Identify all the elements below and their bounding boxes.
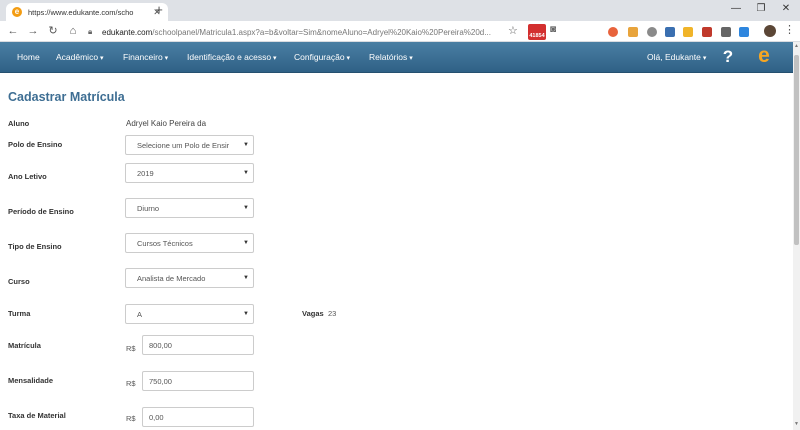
taxa-input[interactable]: 0,00 <box>142 407 254 427</box>
user-menu[interactable]: Olá, Edukante <box>647 42 706 73</box>
extension-4-icon[interactable] <box>665 27 675 37</box>
ano-label: Ano Letivo <box>8 172 47 181</box>
main-navbar: Home Acadêmico Financeiro Identificação … <box>0 42 793 73</box>
window-close-button[interactable]: ✕ <box>776 2 796 16</box>
periodo-label: Período de Ensino <box>8 207 74 216</box>
new-tab-button[interactable]: + <box>152 3 166 17</box>
user-menu-label: Olá, Edukante <box>647 52 701 62</box>
tipo-select[interactable]: Cursos Técnicos ▼ <box>125 233 254 253</box>
url-path: /schoolpanel/Matricula1.aspx?a=b&voltar=… <box>152 27 491 37</box>
matricula-input[interactable]: 800,00 <box>142 335 254 355</box>
polo-select-value: Selecione um Polo de Ensir <box>137 140 230 150</box>
ano-select[interactable]: 2019 ▼ <box>125 163 254 183</box>
extension-8-icon[interactable] <box>739 27 749 37</box>
tab-title: https://www.edukante.com/scho <box>28 7 134 17</box>
scroll-down-arrow-icon[interactable]: ▼ <box>793 420 800 428</box>
nav-academico[interactable]: Acadêmico <box>56 42 104 73</box>
mensalidade-label: Mensalidade <box>8 376 54 385</box>
chevron-down-icon: ▼ <box>243 311 249 317</box>
turma-select-value: A <box>137 309 143 319</box>
profile-avatar[interactable] <box>764 25 776 37</box>
aluno-label: Aluno <box>8 119 30 128</box>
polo-label: Polo de Ensino <box>8 140 63 149</box>
extension-1-icon[interactable] <box>608 27 618 37</box>
mensalidade-input[interactable]: 750,00 <box>142 371 254 391</box>
forward-arrow-icon[interactable]: → <box>26 24 40 38</box>
reload-icon[interactable]: ↻ <box>46 24 60 38</box>
tipo-label: Tipo de Ensino <box>8 242 62 251</box>
ano-select-value: 2019 <box>137 168 154 178</box>
taxa-input-value: 0,00 <box>149 412 164 422</box>
browser-tabstrip: e https://www.edukante.com/scho ✕ + — ❐ … <box>0 0 800 21</box>
extension-3-icon[interactable] <box>647 27 657 37</box>
nav-home[interactable]: Home <box>17 42 40 73</box>
address-bar[interactable]: 🔒︎ edukante.com /schoolpanel/Matricula1.… <box>84 24 524 40</box>
matricula-currency: R$ <box>126 344 136 353</box>
nav-identificacao[interactable]: Identificação e acesso <box>187 42 277 73</box>
scroll-up-arrow-icon[interactable]: ▲ <box>793 42 800 50</box>
edukante-logo: e <box>758 44 770 67</box>
page-title: Cadastrar Matrícula <box>8 90 125 104</box>
periodo-select-value: Diurno <box>137 203 160 213</box>
mensalidade-input-value: 750,00 <box>149 376 172 386</box>
nav-identificacao-label: Identificação e acesso <box>187 52 272 62</box>
camera-extension-icon[interactable]: ◙ <box>550 24 556 35</box>
chevron-down-icon: ▼ <box>243 170 249 176</box>
nav-financeiro-label: Financeiro <box>123 52 163 62</box>
nav-configuracao[interactable]: Configuração <box>294 42 350 73</box>
turma-select[interactable]: A ▼ <box>125 304 254 324</box>
taxa-label: Taxa de Material <box>8 411 66 420</box>
chevron-down-icon: ▼ <box>243 205 249 211</box>
browser-tab[interactable]: e https://www.edukante.com/scho ✕ <box>6 3 168 21</box>
tipo-select-value: Cursos Técnicos <box>137 238 193 248</box>
extension-6-icon[interactable] <box>702 27 712 37</box>
mensalidade-currency: R$ <box>126 379 136 388</box>
vagas-label: Vagas <box>302 309 324 318</box>
browser-toolbar: ← → ↻ ⌂ 🔒︎ edukante.com /schoolpanel/Mat… <box>0 21 800 42</box>
aluno-value: Adryel Kaio Pereira da <box>126 119 207 128</box>
curso-label: Curso <box>8 277 30 286</box>
chevron-down-icon: ▼ <box>243 142 249 148</box>
nav-relatorios-label: Relatórios <box>369 52 408 62</box>
help-icon[interactable]: ? <box>720 45 736 69</box>
chevron-down-icon: ▼ <box>243 275 249 281</box>
curso-select-value: Analista de Mercado <box>137 273 206 283</box>
url-host: edukante.com <box>102 27 153 37</box>
gmail-extension-badge[interactable]: 41854 <box>528 24 546 40</box>
nav-configuracao-label: Configuração <box>294 52 345 62</box>
polo-select[interactable]: Selecione um Polo de Ensir ▼ <box>125 135 254 155</box>
scrollbar-thumb[interactable] <box>794 55 799 245</box>
taxa-currency: R$ <box>126 414 136 423</box>
window-minimize-button[interactable]: — <box>726 2 746 16</box>
lock-icon: 🔒︎ <box>88 27 93 36</box>
extension-2-icon[interactable] <box>628 27 638 37</box>
curso-select[interactable]: Analista de Mercado ▼ <box>125 268 254 288</box>
extension-5-icon[interactable] <box>683 27 693 37</box>
periodo-select[interactable]: Diurno ▼ <box>125 198 254 218</box>
nav-academico-label: Acadêmico <box>56 52 99 62</box>
matricula-input-value: 800,00 <box>149 340 172 350</box>
extension-7-icon[interactable] <box>721 27 731 37</box>
browser-menu-icon[interactable]: ⋮ <box>784 23 795 37</box>
window-restore-button[interactable]: ❐ <box>751 2 771 16</box>
turma-label: Turma <box>8 309 31 318</box>
bookmark-star-icon[interactable]: ☆ <box>508 24 518 37</box>
back-arrow-icon[interactable]: ← <box>6 24 20 38</box>
nav-financeiro[interactable]: Financeiro <box>123 42 168 73</box>
matricula-label: Matrícula <box>8 341 41 350</box>
chevron-down-icon: ▼ <box>243 240 249 246</box>
vagas-value: 23 <box>328 309 337 318</box>
site-favicon-icon: e <box>12 7 22 17</box>
home-icon[interactable]: ⌂ <box>66 24 80 38</box>
nav-relatorios[interactable]: Relatórios <box>369 42 413 73</box>
